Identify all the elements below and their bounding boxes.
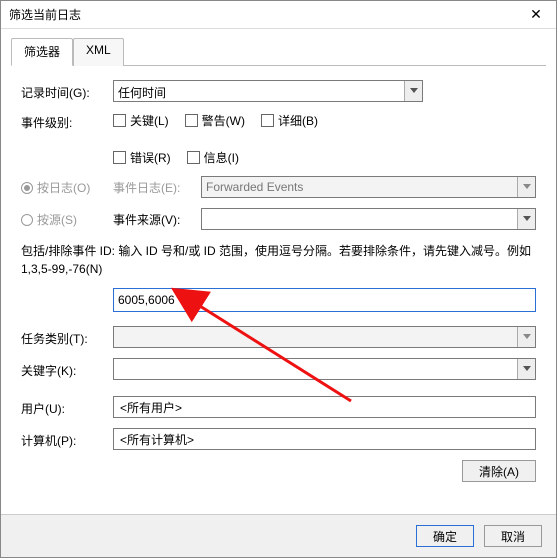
user-field[interactable]	[118, 399, 531, 415]
label-logged: 记录时间(G):	[21, 82, 113, 101]
help-text: 包括/排除事件 ID: 输入 ID 号和/或 ID 范围，使用逗号分隔。若要排除…	[21, 242, 536, 278]
computer-field[interactable]	[118, 431, 531, 447]
checkbox-icon	[261, 114, 274, 127]
logged-value: 任何时间	[114, 81, 422, 101]
check-info[interactable]: 信息(I)	[187, 149, 239, 166]
radio-by-source-label: 按源(S)	[37, 211, 77, 228]
keywords-value	[114, 359, 535, 362]
chevron-down-icon	[517, 209, 535, 229]
label-event-source: 事件来源(V):	[113, 211, 185, 228]
chevron-down-icon	[517, 327, 535, 347]
check-verbose-label: 详细(B)	[278, 112, 318, 129]
radio-icon	[21, 182, 33, 194]
label-task-cat: 任务类别(T):	[21, 328, 113, 347]
radio-icon	[21, 214, 33, 226]
filter-panel: 记录时间(G): 任何时间 事件级别: 关键(L)	[11, 66, 546, 492]
event-source-combo[interactable]	[201, 208, 536, 230]
tab-strip: 筛选器 XML	[11, 37, 546, 66]
label-computer: 计算机(P):	[21, 430, 113, 449]
check-critical[interactable]: 关键(L)	[113, 112, 169, 129]
event-log-value: Forwarded Events	[202, 177, 535, 194]
close-icon: ✕	[530, 6, 542, 23]
cancel-button[interactable]: 取消	[484, 525, 542, 547]
check-warning-label: 警告(W)	[202, 112, 245, 129]
checkbox-icon	[113, 151, 126, 164]
chevron-down-icon	[404, 81, 422, 101]
computer-input[interactable]	[113, 428, 536, 450]
titlebar: 筛选当前日志 ✕	[1, 1, 556, 29]
check-info-label: 信息(I)	[204, 149, 239, 166]
dialog-window: 筛选当前日志 ✕ 筛选器 XML 记录时间(G): 任何时间	[0, 0, 557, 558]
clear-button[interactable]: 清除(A)	[462, 460, 536, 482]
check-error[interactable]: 错误(R)	[113, 149, 171, 166]
event-id-field[interactable]	[113, 288, 536, 312]
check-verbose[interactable]: 详细(B)	[261, 112, 318, 129]
logged-combo[interactable]: 任何时间	[113, 80, 423, 102]
label-event-log: 事件日志(E):	[113, 179, 185, 196]
check-warning[interactable]: 警告(W)	[185, 112, 245, 129]
user-input[interactable]	[113, 396, 536, 418]
chevron-down-icon	[517, 177, 535, 197]
close-button[interactable]: ✕	[516, 1, 556, 29]
event-source-value	[202, 209, 535, 212]
radio-by-log-label: 按日志(O)	[37, 179, 90, 196]
keywords-combo[interactable]	[113, 358, 536, 380]
window-title: 筛选当前日志	[9, 6, 81, 23]
label-level: 事件级别:	[21, 112, 113, 131]
task-cat-combo	[113, 326, 536, 348]
tab-xml[interactable]: XML	[73, 38, 124, 66]
dialog-footer: 确定 取消	[1, 514, 556, 557]
radio-by-log: 按日志(O)	[21, 179, 90, 196]
radio-by-source: 按源(S)	[21, 211, 77, 228]
checkbox-icon	[185, 114, 198, 127]
event-id-input[interactable]	[113, 288, 536, 312]
chevron-down-icon	[517, 359, 535, 379]
task-cat-value	[114, 327, 535, 330]
event-log-combo: Forwarded Events	[201, 176, 536, 198]
ok-button[interactable]: 确定	[416, 525, 474, 547]
checkbox-icon	[113, 114, 126, 127]
content-area: 筛选器 XML 记录时间(G): 任何时间 事件级别:	[1, 29, 556, 500]
check-error-label: 错误(R)	[130, 149, 171, 166]
label-keywords: 关键字(K):	[21, 360, 113, 379]
check-critical-label: 关键(L)	[130, 112, 169, 129]
checkbox-icon	[187, 151, 200, 164]
label-user: 用户(U):	[21, 398, 113, 417]
tab-filter[interactable]: 筛选器	[11, 38, 73, 66]
